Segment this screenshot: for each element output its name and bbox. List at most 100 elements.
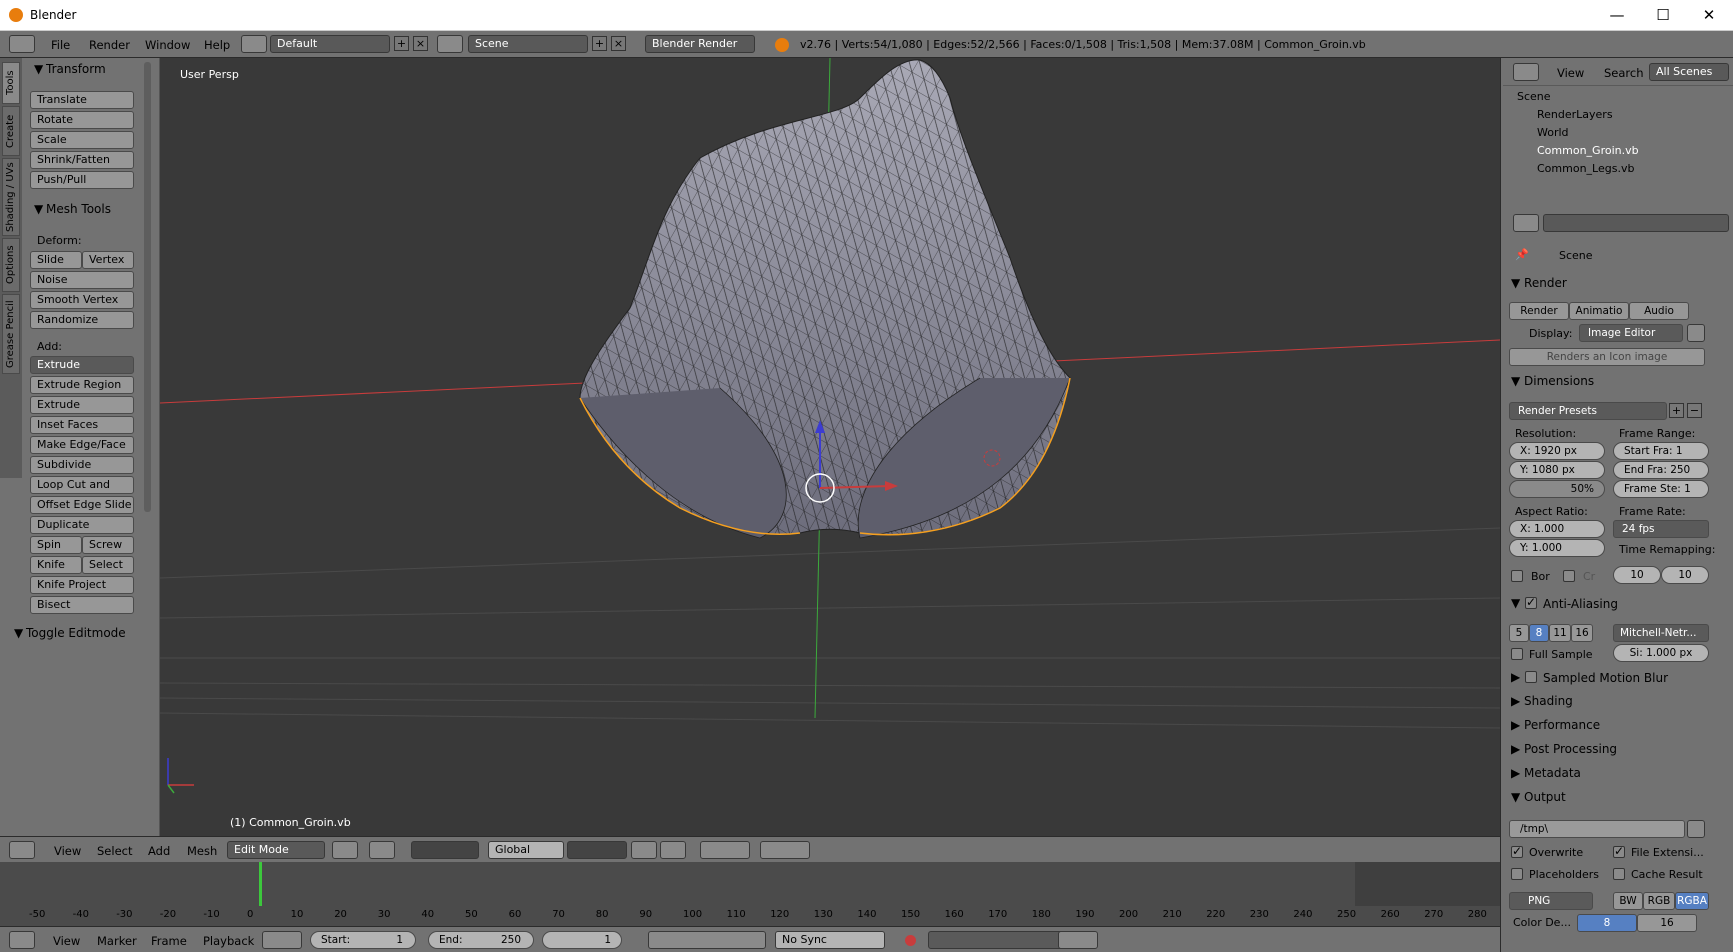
frame-rate-select[interactable]: 24 fps	[1613, 520, 1709, 538]
extrude-select[interactable]: Extrude	[30, 356, 134, 374]
render-engine-select[interactable]: Blender Render	[645, 35, 755, 53]
screw-button[interactable]: Screw	[82, 536, 134, 554]
tab-tools[interactable]: Tools	[2, 62, 20, 104]
randomize-button[interactable]: Randomize	[30, 311, 134, 329]
smooth-vertex-button[interactable]: Smooth Vertex	[30, 291, 134, 309]
aspect-x-field[interactable]: X: 1.000	[1509, 520, 1605, 538]
aa-samples-16[interactable]: 16	[1571, 624, 1593, 642]
menu-add[interactable]: Add	[148, 844, 170, 858]
viewport-shading-icon[interactable]	[332, 841, 358, 859]
outliner-item-world[interactable]: World	[1537, 126, 1569, 139]
color-rgba-button[interactable]: RGBA	[1675, 892, 1709, 910]
aa-filter-select[interactable]: Mitchell-Netr...	[1613, 624, 1709, 642]
knife-select-button[interactable]: Select	[82, 556, 134, 574]
layout-icon[interactable]	[241, 35, 267, 53]
delete-layout-icon[interactable]: ×	[413, 36, 428, 51]
animation-button[interactable]: Animatio	[1569, 302, 1629, 320]
metadata-panel-header[interactable]: ▶ Metadata	[1511, 766, 1581, 780]
output-path-field[interactable]: /tmp\	[1509, 820, 1685, 838]
border-checkbox[interactable]	[1511, 570, 1523, 582]
toggle-editmode-arrow-icon[interactable]: ▼	[14, 626, 23, 640]
color-depth-8[interactable]: 8	[1577, 914, 1637, 932]
timeline-menu-marker[interactable]: Marker	[97, 934, 137, 948]
file-format-select[interactable]: PNG	[1509, 892, 1593, 910]
tab-grease-pencil[interactable]: Grease Pencil	[2, 294, 20, 374]
slide-edge-button[interactable]: Slide Ed	[30, 251, 82, 282]
render-presets-select[interactable]: Render Presets	[1509, 402, 1667, 420]
menu-help[interactable]: Help	[204, 38, 230, 52]
mesh-tools-arrow-icon[interactable]: ▼	[34, 202, 43, 216]
color-rgb-button[interactable]: RGB	[1643, 892, 1675, 910]
offset-edge-slide-button[interactable]: Offset Edge Slide	[30, 496, 134, 514]
color-depth-16[interactable]: 16	[1637, 914, 1697, 932]
file-browse-icon[interactable]	[1687, 820, 1705, 838]
duplicate-button[interactable]: Duplicate	[30, 516, 134, 534]
current-frame-marker[interactable]	[259, 862, 262, 906]
add-layout-icon[interactable]: +	[394, 36, 409, 51]
extrude-individual-button[interactable]: Extrude Individual	[30, 396, 134, 427]
overwrite-checkbox[interactable]	[1511, 844, 1523, 858]
menu-file[interactable]: File	[51, 38, 70, 52]
sync-select[interactable]: No Sync	[775, 931, 885, 949]
bisect-button[interactable]: Bisect	[30, 596, 134, 614]
pivot-point-icon[interactable]	[369, 841, 395, 859]
transform-panel-arrow-icon[interactable]: ▼	[34, 62, 43, 76]
manipulator-toggle-icon[interactable]	[411, 841, 479, 859]
placeholders-checkbox[interactable]	[1511, 868, 1523, 880]
remap-old-field[interactable]: 10	[1613, 566, 1661, 584]
inset-faces-button[interactable]: Inset Faces	[30, 416, 134, 434]
menu-render[interactable]: Render	[89, 38, 130, 52]
playback-controls-icon[interactable]	[648, 931, 766, 949]
outliner-filter-select[interactable]: All Scenes	[1649, 63, 1729, 81]
maximize-button[interactable]: ☐	[1640, 0, 1686, 30]
scene-field[interactable]: Scene	[468, 35, 588, 53]
push-pull-button[interactable]: Push/Pull	[30, 171, 134, 189]
audio-button[interactable]: Audio	[1629, 302, 1689, 320]
editor-type-properties-icon[interactable]	[1513, 214, 1539, 232]
snap-icon[interactable]	[700, 841, 750, 859]
record-icon[interactable]	[905, 935, 916, 946]
post-processing-panel-header[interactable]: ▶ Post Processing	[1511, 742, 1617, 756]
timeline-menu-playback[interactable]: Playback	[203, 934, 254, 948]
rotate-button[interactable]: Rotate	[30, 111, 134, 129]
keying-set-field[interactable]	[928, 931, 1068, 949]
3d-viewport[interactable]: User Persp (1) Common_Groin.vb	[160, 58, 1500, 836]
render-button[interactable]: Render	[1509, 302, 1569, 320]
keyframe-insert-icon[interactable]	[1058, 931, 1098, 949]
display-select[interactable]: Image Editor	[1579, 324, 1683, 342]
outliner-menu-view[interactable]: View	[1557, 66, 1584, 80]
anti-aliasing-checkbox[interactable]	[1525, 595, 1537, 609]
preview-range-icon[interactable]	[262, 931, 302, 949]
resolution-y-field[interactable]: Y: 1080 px	[1509, 461, 1605, 479]
outliner-item-renderlayers[interactable]: RenderLayers	[1537, 108, 1613, 121]
start-frame-prop-field[interactable]: Start Fra: 1	[1613, 442, 1709, 460]
outliner-item-scene[interactable]: Scene	[1517, 90, 1551, 103]
outliner-item-common-groin[interactable]: Common_Groin.vb	[1537, 144, 1639, 157]
crop-checkbox[interactable]	[1563, 570, 1575, 582]
aa-samples-8[interactable]: 8	[1529, 624, 1549, 642]
editor-type-info-icon[interactable]	[9, 35, 35, 53]
performance-panel-header[interactable]: ▶ Performance	[1511, 718, 1600, 732]
orientation-select[interactable]: Global	[488, 841, 564, 859]
resolution-percentage-field[interactable]: 50%	[1509, 480, 1605, 498]
tool-shelf-scrollbar[interactable]	[144, 62, 151, 512]
color-bw-button[interactable]: BW	[1613, 892, 1643, 910]
frame-step-field[interactable]: Frame Ste: 1	[1613, 480, 1709, 498]
icon-render-button[interactable]: Renders an Icon image	[1509, 348, 1705, 366]
dimensions-panel-header[interactable]: ▼ Dimensions	[1511, 374, 1594, 388]
make-edge-face-button[interactable]: Make Edge/Face	[30, 436, 134, 454]
aa-samples-5[interactable]: 5	[1509, 624, 1529, 642]
timeline[interactable]	[0, 862, 1500, 926]
render-panel-header[interactable]: ▼ Render	[1511, 276, 1567, 290]
end-frame-prop-field[interactable]: End Fra: 250	[1613, 461, 1709, 479]
mode-select[interactable]: Edit Mode	[227, 841, 325, 859]
anti-aliasing-title[interactable]: Anti-Aliasing	[1543, 597, 1618, 611]
aa-samples-11[interactable]: 11	[1549, 624, 1571, 642]
opengl-render-icon[interactable]	[760, 841, 810, 859]
shading-panel-header[interactable]: ▶ Shading	[1511, 694, 1573, 708]
scale-button[interactable]: Scale	[30, 131, 134, 149]
menu-window[interactable]: Window	[145, 38, 190, 52]
tab-shading-uvs[interactable]: Shading / UVs	[2, 158, 20, 236]
outliner-item-common-legs[interactable]: Common_Legs.vb	[1537, 162, 1634, 175]
subdivide-button[interactable]: Subdivide	[30, 456, 134, 474]
